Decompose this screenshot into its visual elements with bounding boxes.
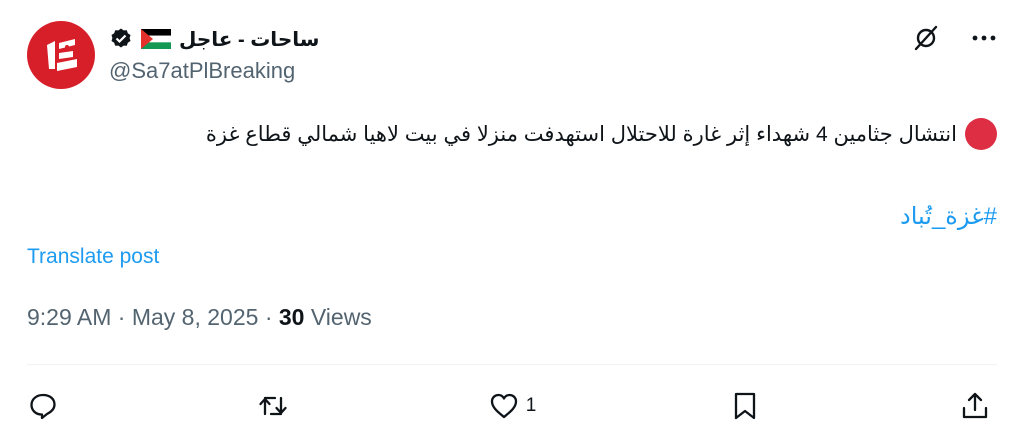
avatar[interactable] (27, 21, 95, 89)
meta-separator: · (117, 304, 126, 330)
verified-badge-icon (111, 28, 131, 48)
post-text-row: انتشال جثامين 4 شهداء إثر غارة للاحتلال … (97, 118, 997, 150)
meta-separator: · (264, 304, 273, 330)
heart-icon (490, 393, 517, 419)
reply-icon (30, 393, 56, 420)
action-bar: 1 (27, 384, 997, 428)
repost-button[interactable] (257, 390, 295, 422)
author-name-row[interactable]: ساحات - عاجل (109, 24, 319, 54)
palestine-flag-icon (141, 29, 171, 49)
like-count: 1 (525, 395, 537, 416)
divider (27, 364, 997, 365)
hashtag-link[interactable]: #غزة_تُباد (900, 202, 997, 231)
bookmark-icon (734, 392, 755, 420)
views-label: Views (310, 304, 372, 330)
more-icon[interactable] (970, 24, 998, 52)
share-button[interactable] (959, 390, 997, 422)
repost-icon (259, 396, 287, 416)
author-display-name[interactable]: ساحات - عاجل (179, 27, 319, 52)
post-time[interactable]: 9:29 AM (27, 304, 111, 330)
author-handle[interactable]: @Sa7atPlBreaking (109, 58, 295, 84)
views-count: 30 (278, 304, 305, 330)
bookmark-button[interactable] (729, 390, 767, 422)
post-meta: 9:29 AM · May 8, 2025 · 30 Views (27, 304, 372, 331)
post-date[interactable]: May 8, 2025 (132, 304, 259, 330)
logo-icon (47, 39, 77, 71)
red-circle-icon (965, 118, 997, 150)
translate-post-link[interactable]: Translate post (27, 245, 159, 269)
reply-button[interactable] (27, 390, 65, 422)
post-text: انتشال جثامين 4 شهداء إثر غارة للاحتلال … (205, 122, 957, 146)
share-icon (962, 392, 988, 419)
like-button[interactable]: 1 (488, 390, 537, 422)
grok-icon[interactable] (912, 24, 940, 52)
